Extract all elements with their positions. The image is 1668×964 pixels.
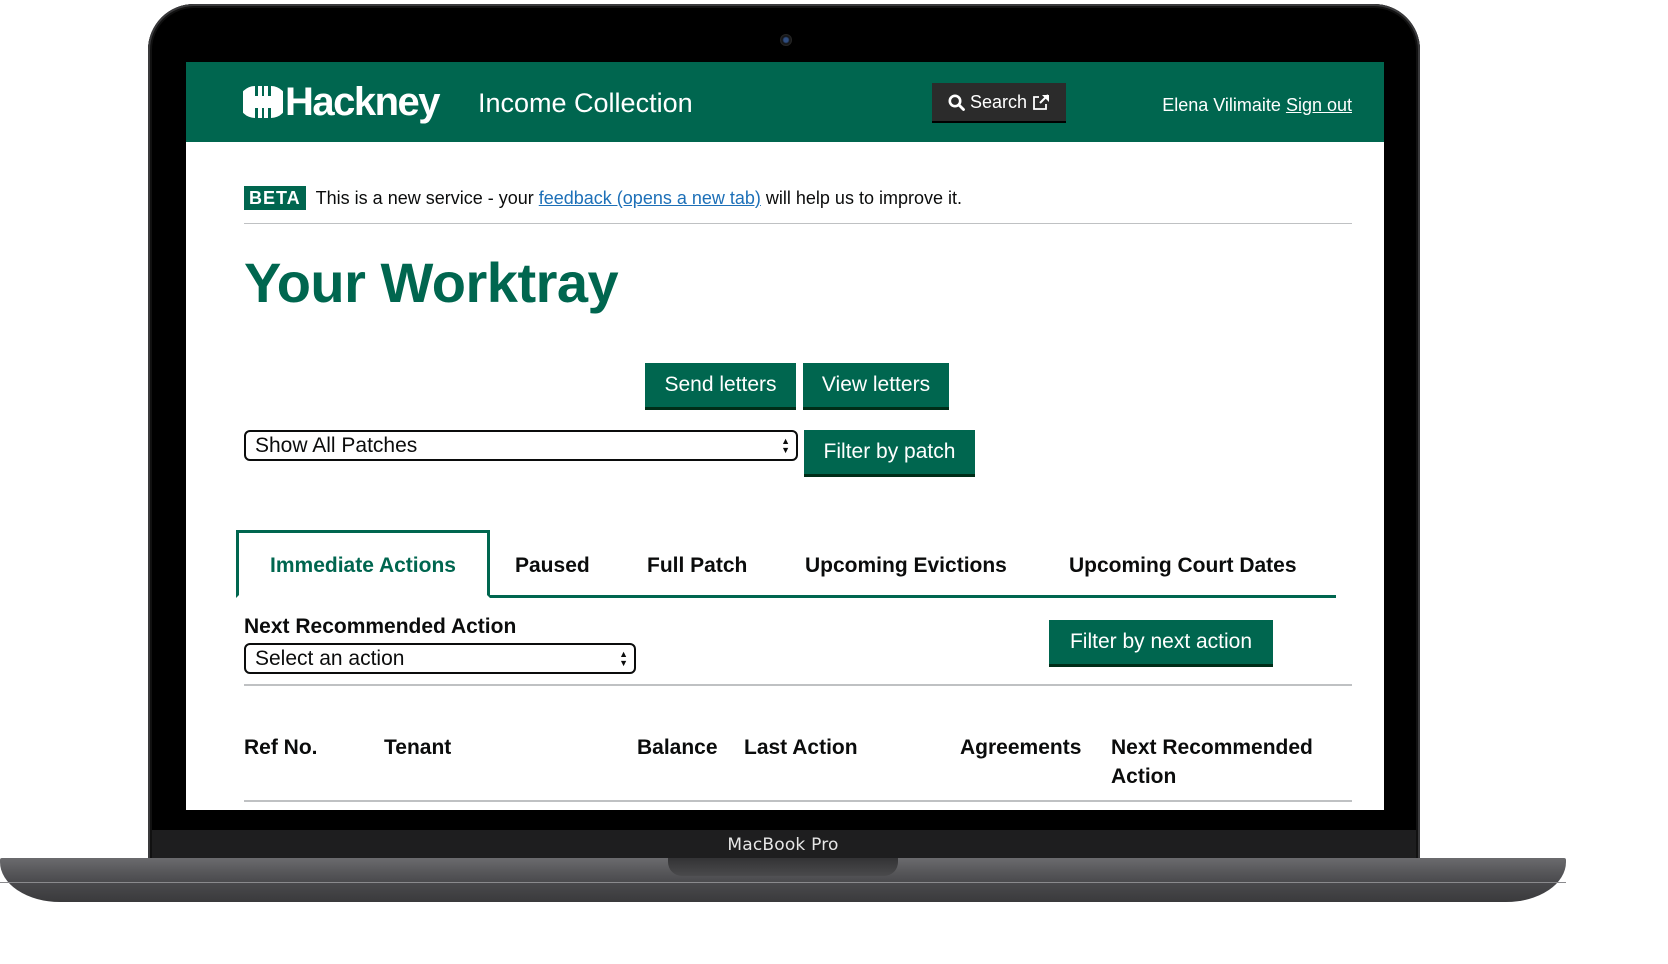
device-label: MacBook Pro (727, 835, 839, 855)
column-header-next-recommended-line1: Next Recommended (1111, 736, 1313, 759)
column-header-tenant: Tenant (384, 736, 452, 759)
browser-screen: Hackney Income Collection Search Elena V… (186, 62, 1384, 810)
patch-select[interactable]: Show All Patches ▲ ▼ (244, 430, 798, 461)
hackney-h-icon (243, 86, 283, 118)
beta-tag: BETA (244, 186, 306, 210)
user-area: Elena Vilimaite Sign out (1162, 95, 1352, 116)
search-button[interactable]: Search (932, 83, 1066, 121)
user-name: Elena Vilimaite (1162, 95, 1281, 115)
column-header-agreements: Agreements (960, 736, 1082, 759)
worktray-tabs: Immediate Actions Paused Full Patch Upco… (236, 530, 1336, 598)
feedback-link[interactable]: feedback (opens a new tab) (539, 188, 761, 208)
page-title: Your Worktray (244, 251, 619, 314)
logo-text: Hackney (285, 79, 441, 124)
laptop-notch (668, 858, 898, 876)
site-header: Hackney Income Collection Search Elena V… (186, 62, 1384, 142)
camera-icon (780, 34, 792, 46)
beta-text: This is a new service - your feedback (o… (316, 186, 962, 210)
view-letters-button[interactable]: View letters (803, 363, 949, 407)
column-header-next-recommended-action: Next Recommended Action (1111, 733, 1313, 791)
column-header-balance: Balance (637, 736, 718, 759)
column-header-next-recommended-line2: Action (1111, 765, 1177, 788)
tab-upcoming-court-dates[interactable]: Upcoming Court Dates (1069, 530, 1297, 598)
select-arrows-icon: ▲ ▼ (619, 648, 628, 668)
external-link-icon (1033, 93, 1050, 110)
tab-immediate-actions[interactable]: Immediate Actions (236, 530, 490, 598)
service-name: Income Collection (478, 88, 693, 118)
filter-by-patch-button[interactable]: Filter by patch (804, 430, 975, 474)
phase-banner: BETA This is a new service - your feedba… (244, 186, 1352, 224)
section-divider (244, 684, 1352, 686)
beta-text-after: will help us to improve it. (760, 188, 962, 208)
search-icon (948, 94, 965, 111)
beta-text-before: This is a new service - your (315, 188, 539, 208)
select-arrows-icon: ▲ ▼ (781, 435, 790, 455)
next-action-select[interactable]: Select an action ▲ ▼ (244, 643, 636, 674)
hackney-logo[interactable]: Hackney (243, 79, 441, 124)
next-action-label: Next Recommended Action (244, 615, 517, 638)
column-header-ref-no: Ref No. (244, 736, 318, 759)
filter-by-next-action-button[interactable]: Filter by next action (1049, 620, 1273, 664)
column-header-last-action: Last Action (744, 736, 858, 759)
tab-full-patch[interactable]: Full Patch (647, 530, 747, 598)
patch-select-value: Show All Patches (255, 433, 418, 457)
send-letters-button[interactable]: Send letters (645, 363, 796, 407)
next-action-select-value: Select an action (255, 646, 405, 670)
tab-paused[interactable]: Paused (515, 530, 590, 598)
search-label: Search (969, 91, 1028, 112)
table-header-divider (244, 800, 1352, 802)
sign-out-link[interactable]: Sign out (1286, 95, 1352, 115)
tab-upcoming-evictions[interactable]: Upcoming Evictions (805, 530, 1007, 598)
